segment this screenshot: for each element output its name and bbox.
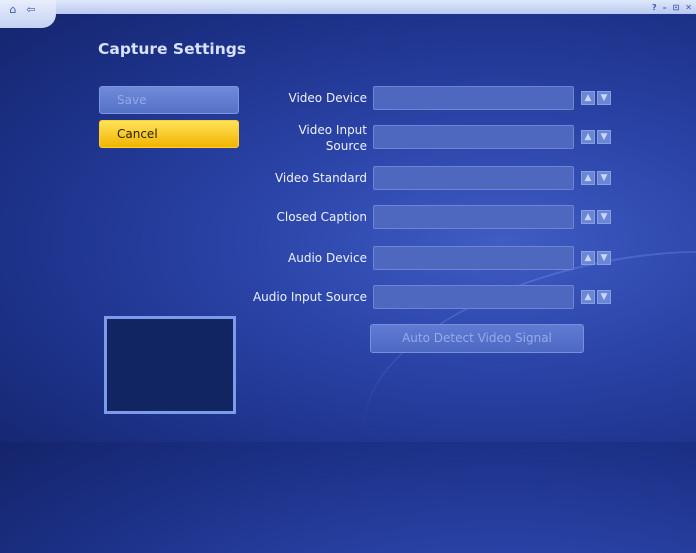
closed-caption-stepper: ▲ ▼ [581, 210, 611, 224]
video-standard-field[interactable] [373, 166, 574, 190]
audio-input-source-stepper: ▲ ▼ [581, 290, 611, 304]
audio-device-label: Audio Device [288, 251, 367, 265]
up-arrow-icon[interactable]: ▲ [581, 210, 595, 224]
title-bar [0, 0, 696, 14]
audio-device-field[interactable] [373, 246, 574, 270]
video-device-field[interactable] [373, 86, 574, 110]
video-input-source-field[interactable] [373, 125, 574, 149]
up-arrow-icon[interactable]: ▲ [581, 130, 595, 144]
help-icon[interactable]: ? [652, 3, 657, 12]
navigation-tab: ⌂ ⇦ [0, 0, 56, 28]
video-input-source-stepper: ▲ ▼ [581, 130, 611, 144]
video-device-stepper: ▲ ▼ [581, 91, 611, 105]
closed-caption-label: Closed Caption [276, 210, 367, 224]
page-title: Capture Settings [98, 40, 247, 58]
up-arrow-icon[interactable]: ▲ [581, 91, 595, 105]
down-arrow-icon[interactable]: ▼ [597, 251, 611, 265]
home-icon[interactable]: ⌂ [5, 3, 21, 17]
back-arrow-icon[interactable]: ⇦ [23, 3, 39, 17]
down-arrow-icon[interactable]: ▼ [597, 290, 611, 304]
audio-device-stepper: ▲ ▼ [581, 251, 611, 265]
restore-icon[interactable]: ⊡ [673, 3, 680, 12]
up-arrow-icon[interactable]: ▲ [581, 251, 595, 265]
video-standard-stepper: ▲ ▼ [581, 171, 611, 185]
window-controls: ? – ⊡ ✕ [652, 0, 692, 14]
close-icon[interactable]: ✕ [685, 3, 692, 12]
video-standard-label: Video Standard [274, 171, 367, 185]
down-arrow-icon[interactable]: ▼ [597, 130, 611, 144]
down-arrow-icon[interactable]: ▼ [597, 210, 611, 224]
auto-detect-video-signal-button[interactable]: Auto Detect Video Signal [370, 324, 584, 353]
video-device-label: Video Device [288, 91, 367, 105]
video-preview [104, 316, 236, 414]
closed-caption-field[interactable] [373, 205, 574, 229]
cancel-button[interactable]: Cancel [99, 120, 239, 148]
up-arrow-icon[interactable]: ▲ [581, 171, 595, 185]
audio-input-source-field[interactable] [373, 285, 574, 309]
minimize-icon[interactable]: – [663, 3, 667, 12]
audio-input-source-label: Audio Input Source [252, 290, 367, 304]
video-input-source-label: Video Input Source [298, 123, 367, 153]
down-arrow-icon[interactable]: ▼ [597, 91, 611, 105]
up-arrow-icon[interactable]: ▲ [581, 290, 595, 304]
down-arrow-icon[interactable]: ▼ [597, 171, 611, 185]
